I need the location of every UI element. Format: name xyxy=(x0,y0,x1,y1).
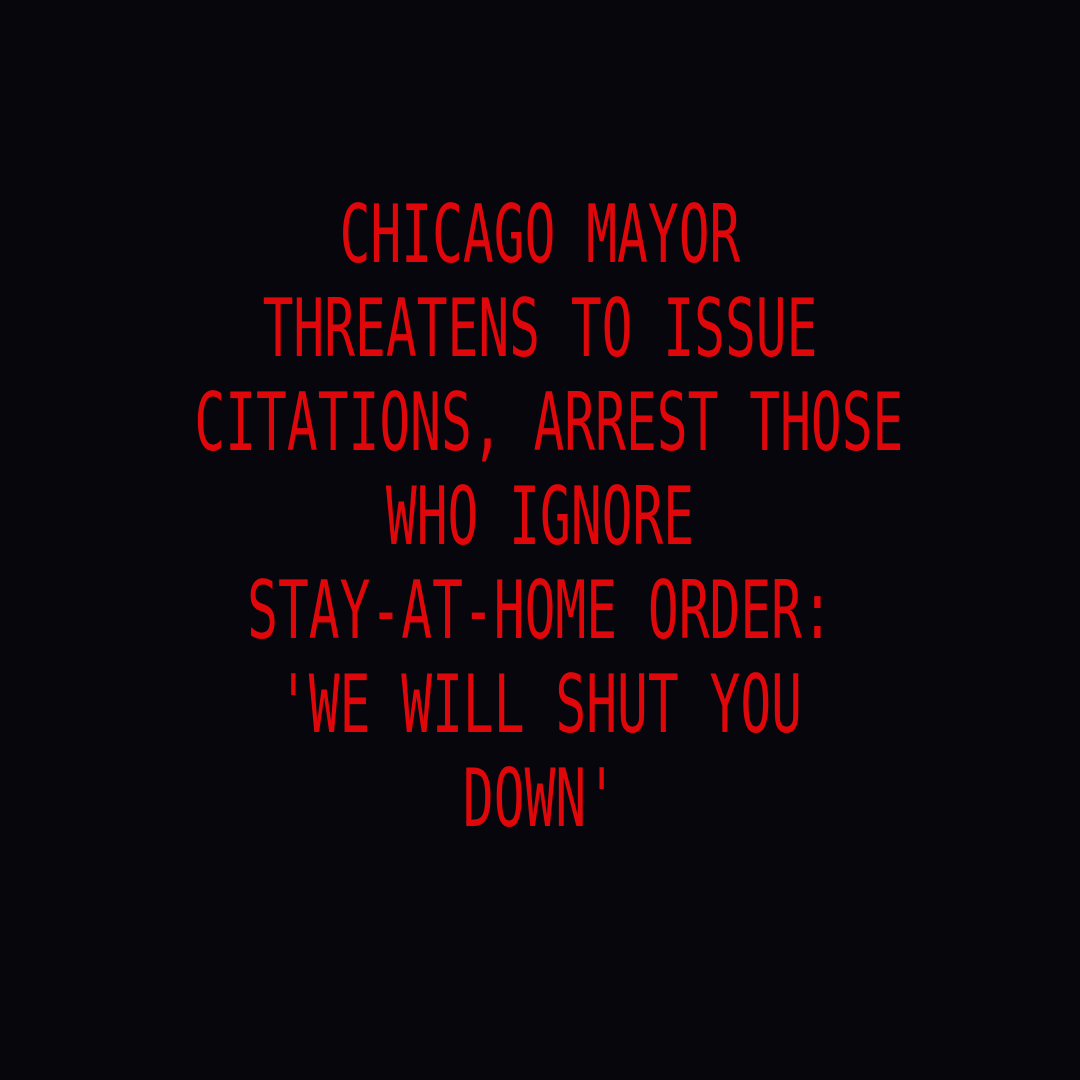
headline-line-4: WHO IGNORE xyxy=(385,470,695,563)
headline-line-1: CHICAGO MAYOR xyxy=(339,188,741,281)
headline-line-5: STAY-AT-HOME ORDER: xyxy=(247,564,833,657)
headline-line-2: THREATENS TO ISSUE xyxy=(262,282,818,375)
headline-line-7: DOWN' xyxy=(462,752,618,845)
headline-line-6: 'WE WILL SHUT YOU xyxy=(277,658,803,751)
post-canvas: CHICAGO MAYOR THREATENS TO ISSUE CITATIO… xyxy=(0,0,1080,1080)
headline-line-3: CITATIONS, ARREST THOSE xyxy=(194,376,904,469)
headline-text: CHICAGO MAYOR THREATENS TO ISSUE CITATIO… xyxy=(0,188,1080,846)
